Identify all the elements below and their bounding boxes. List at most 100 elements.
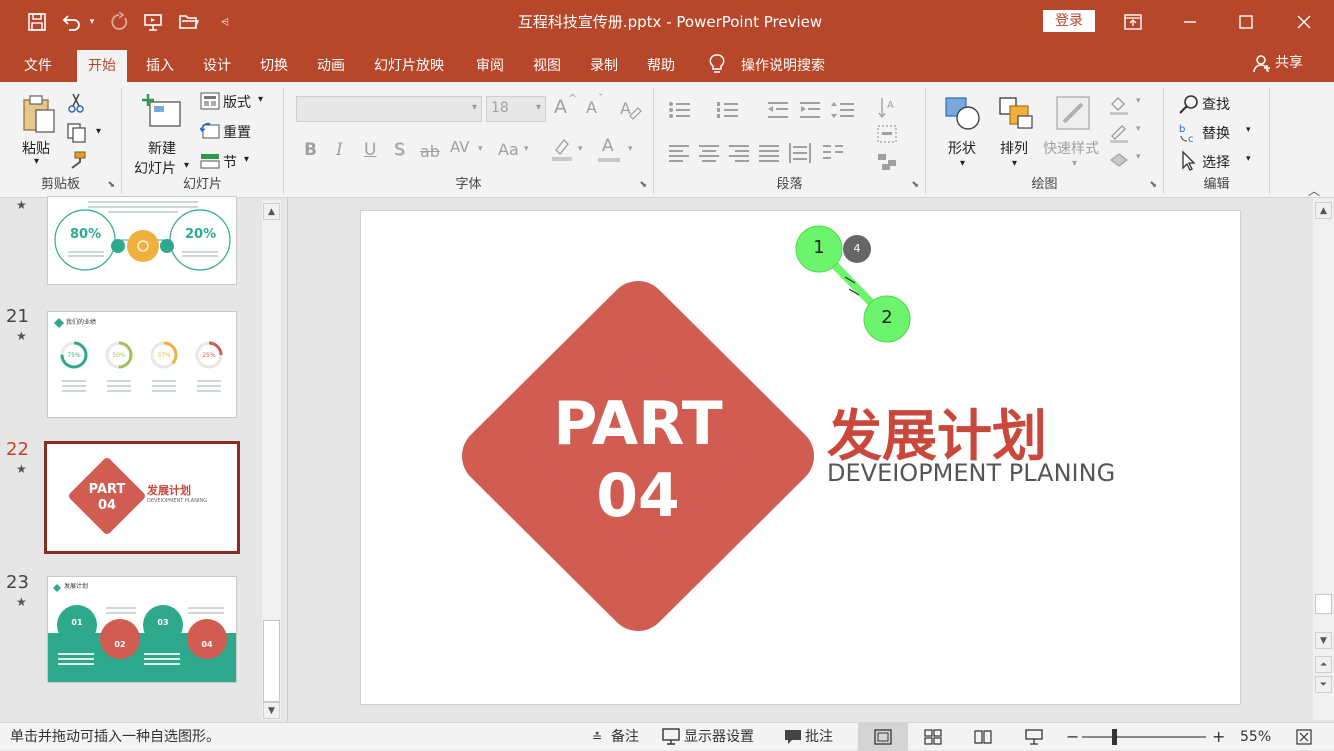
next-slide-icon[interactable]: ⏷	[1315, 676, 1332, 693]
redo-icon[interactable]	[106, 0, 132, 44]
drawing-launcher-icon[interactable]: ⬊	[1149, 180, 1157, 190]
customize-toolbar-icon[interactable]: ⩤	[216, 0, 234, 44]
slideshow-view-icon[interactable]	[1024, 728, 1044, 746]
zoom-slider-track[interactable]	[1082, 736, 1206, 738]
shapes-icon[interactable]	[942, 94, 982, 132]
zoom-slider-handle[interactable]	[1112, 729, 1117, 745]
change-case-button[interactable]: Aa	[498, 140, 519, 159]
font-size-combo[interactable]: 18 ▾	[486, 96, 546, 122]
shape-outline-icon[interactable]	[1108, 122, 1130, 144]
shape-effects-dropdown-icon[interactable]: ▾	[1136, 152, 1141, 162]
quick-styles-icon[interactable]	[1054, 94, 1094, 134]
bold-button[interactable]: B	[304, 140, 317, 160]
ribbon-display-icon[interactable]	[1105, 0, 1161, 44]
reset-icon[interactable]	[199, 122, 220, 144]
paragraph-launcher-icon[interactable]: ⬊	[911, 180, 919, 190]
slide-thumbnail-21[interactable]: 我们的业绩 75% 50% 37% 25%	[47, 311, 237, 418]
decrease-indent-icon[interactable]	[766, 100, 790, 120]
tab-review[interactable]: 审阅	[465, 50, 515, 82]
shrink-font-button[interactable]: A	[586, 98, 597, 117]
columns-icon[interactable]	[822, 144, 844, 162]
layout-button[interactable]: 版式	[223, 92, 251, 112]
tab-design[interactable]: 设计	[192, 50, 242, 82]
slide-canvas[interactable]: 1 2 4 PART 04 发展计划 DEVEIOPMENT PLANING	[360, 210, 1241, 705]
thumb-scroll-down-icon[interactable]: ▼	[263, 702, 280, 719]
font-name-combo[interactable]: ▾	[296, 96, 482, 122]
align-right-icon[interactable]	[728, 144, 750, 162]
open-folder-icon[interactable]	[176, 0, 202, 44]
close-icon[interactable]	[1276, 0, 1332, 44]
presentation-icon[interactable]	[140, 0, 166, 44]
italic-button[interactable]: I	[336, 140, 343, 160]
find-icon[interactable]	[1178, 94, 1200, 116]
share-button[interactable]: 共享	[1275, 50, 1303, 78]
cut-icon[interactable]	[66, 92, 86, 118]
paste-dropdown-icon[interactable]: ▾	[34, 156, 39, 167]
clear-formatting-icon[interactable]: A	[618, 98, 642, 124]
new-slide-dropdown-icon[interactable]: ▾	[184, 160, 189, 171]
login-button[interactable]: 登录	[1043, 10, 1095, 32]
line-spacing-icon[interactable]	[830, 100, 860, 120]
tab-animations[interactable]: 动画	[306, 50, 356, 82]
slide-thumbnail-22[interactable]: PART 04 发展计划 DEVEIOPMENT PLANING	[44, 441, 240, 554]
font-color-dropdown-icon[interactable]: ▾	[628, 144, 633, 154]
reading-view-icon[interactable]	[974, 729, 992, 745]
section-button[interactable]: 节	[223, 152, 237, 172]
smartart-icon[interactable]	[876, 152, 900, 172]
arrange-icon[interactable]	[996, 94, 1036, 132]
font-color-button[interactable]: A	[602, 136, 614, 156]
comments-icon[interactable]	[784, 729, 802, 745]
tab-transitions[interactable]: 切换	[249, 50, 299, 82]
select-cursor-icon[interactable]	[1180, 150, 1198, 172]
maximize-icon[interactable]	[1218, 0, 1274, 44]
copy-dropdown-icon[interactable]: ▾	[96, 126, 101, 137]
tab-slideshow[interactable]: 幻灯片放映	[363, 50, 455, 82]
fit-to-window-icon[interactable]	[1296, 729, 1312, 745]
previous-slide-icon[interactable]: ⏶	[1315, 656, 1332, 673]
change-case-dropdown-icon[interactable]: ▾	[524, 144, 529, 154]
select-dropdown-icon[interactable]: ▾	[1246, 154, 1251, 164]
slide-sorter-icon[interactable]	[924, 729, 942, 745]
highlight-dropdown-icon[interactable]: ▾	[578, 144, 583, 154]
new-slide-label-1[interactable]: 新建	[148, 138, 176, 158]
arrange-button[interactable]: 排列	[1000, 138, 1028, 158]
tell-me-search[interactable]: 操作说明搜索	[730, 50, 836, 82]
replace-dropdown-icon[interactable]: ▾	[1246, 125, 1251, 135]
display-settings-icon[interactable]	[662, 728, 682, 746]
thumb-scroll-up-icon[interactable]: ▲	[263, 203, 280, 220]
tab-home[interactable]: 开始	[77, 50, 127, 82]
clipboard-launcher-icon[interactable]: ⬊	[107, 180, 115, 190]
notes-icon[interactable]: ≛	[592, 723, 602, 751]
numbering-icon[interactable]	[716, 100, 742, 120]
normal-view-button[interactable]	[858, 723, 908, 751]
display-settings-button[interactable]: 显示器设置	[684, 723, 754, 751]
align-text-icon[interactable]	[876, 124, 898, 144]
align-center-icon[interactable]	[698, 144, 720, 162]
new-slide-icon[interactable]	[142, 92, 184, 136]
align-left-icon[interactable]	[668, 144, 690, 162]
comments-button[interactable]: 批注	[805, 723, 833, 751]
slide-thumbnail-20[interactable]: 80% 20%	[47, 196, 237, 285]
notes-button[interactable]: 备注	[611, 723, 639, 751]
quick-styles-dropdown-icon[interactable]: ▾	[1072, 158, 1077, 169]
shadow-button[interactable]: S	[394, 140, 405, 160]
tab-view[interactable]: 视图	[522, 50, 572, 82]
undo-icon[interactable]	[58, 0, 84, 44]
share-person-icon[interactable]	[1252, 54, 1272, 78]
paste-icon[interactable]	[20, 94, 56, 138]
collapse-ribbon-icon[interactable]: ︿	[1308, 182, 1320, 199]
increase-indent-icon[interactable]	[798, 100, 822, 120]
char-spacing-dropdown-icon[interactable]: ▾	[478, 144, 483, 154]
section-dropdown-icon[interactable]: ▾	[244, 154, 249, 165]
shape-outline-dropdown-icon[interactable]: ▾	[1136, 124, 1141, 134]
highlight-icon[interactable]	[550, 136, 574, 166]
shapes-button[interactable]: 形状	[948, 138, 976, 158]
slide-scrollbar[interactable]: ▲ ▼ ⏶ ⏷	[1313, 198, 1334, 720]
tab-file[interactable]: 文件	[13, 50, 63, 82]
tab-record[interactable]: 录制	[579, 50, 629, 82]
minimize-icon[interactable]	[1162, 0, 1218, 44]
underline-button[interactable]: U	[364, 140, 376, 160]
distributed-icon[interactable]	[788, 142, 812, 164]
slide-scroll-up-icon[interactable]: ▲	[1315, 202, 1332, 219]
thumb-scroll-thumb[interactable]	[263, 620, 280, 702]
